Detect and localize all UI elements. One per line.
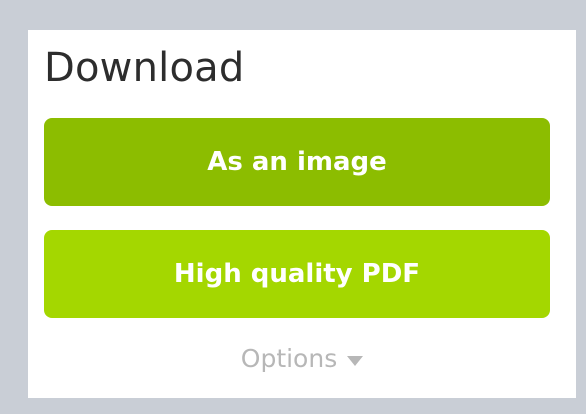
download-pdf-button[interactable]: High quality PDF [44, 230, 550, 318]
download-panel: Download As an image High quality PDF Op… [28, 30, 576, 398]
options-label: Options [240, 344, 338, 373]
download-pdf-button-label: High quality PDF [173, 259, 421, 289]
options-dropdown[interactable]: Options [28, 344, 576, 373]
download-image-button[interactable]: As an image [44, 118, 550, 206]
caret-down-icon [347, 355, 364, 366]
panel-title: Download [44, 45, 245, 91]
download-image-button-label: As an image [207, 147, 387, 177]
